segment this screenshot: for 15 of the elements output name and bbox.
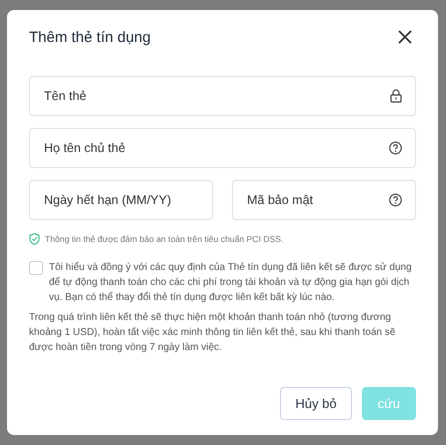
cancel-button[interactable]: Hủy bỏ <box>280 387 352 420</box>
checkbox[interactable] <box>29 261 43 275</box>
shield-check-icon <box>29 233 40 245</box>
help-icon <box>389 194 402 206</box>
agreement-text: Tôi hiểu và đồng ý với các quy định của Thẻ tín dụng đã liên kết sẽ được sử dụng để tự động thanh toán cho các chi phí trong tài khoản và tự động gia hạn gói dịch vụ. Bạn có thể thay đổi thẻ tín dụng được liên kết bất kỳ lúc nào. <box>49 260 413 305</box>
input-field[interactable]: Họ tên chủ thẻ <box>29 128 416 168</box>
input-field[interactable]: Tên thẻ <box>29 76 416 116</box>
lock-icon <box>390 89 402 103</box>
help-icon <box>389 142 402 154</box>
security-note: Thông tin thẻ được đảm bảo an toàn trên tiêu chuẩn PCI DSS. <box>45 234 284 244</box>
input-field[interactable]: Ngày hết hạn (MM/YY) <box>29 180 213 220</box>
info-text: Trong quá trình liên kết thẻ sẽ thực hiện một khoản thanh toán nhỏ (tương đương khoảng 1 USD), hoàn tất việc xác minh thông tin liên kết thẻ, sau khi thanh toán sẽ được hoàn tiền trong vòng 7 ngày làm việc. <box>29 311 396 355</box>
close-icon[interactable] <box>398 30 412 44</box>
input-field[interactable]: Mã bảo mật <box>232 180 416 220</box>
dialog-title: Thêm thẻ tín dụng <box>29 28 151 46</box>
